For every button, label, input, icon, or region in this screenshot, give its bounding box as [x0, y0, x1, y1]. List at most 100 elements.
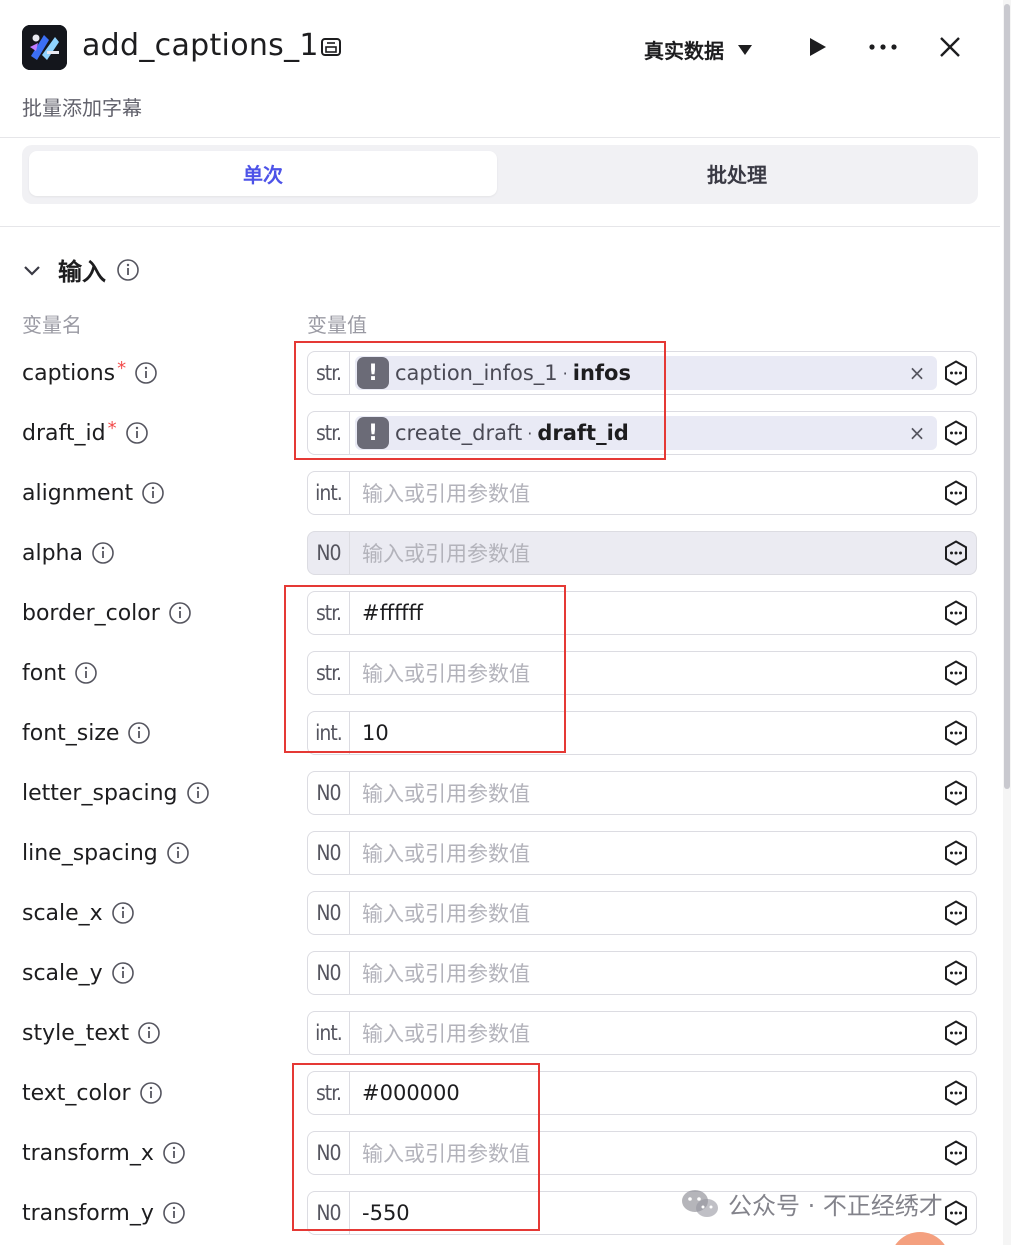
param-name-line-spacing: line_spacing [22, 831, 190, 875]
info-icon[interactable] [186, 781, 210, 805]
variable-reference-icon[interactable] [943, 480, 969, 506]
variable-reference-icon[interactable] [943, 720, 969, 746]
param-label: alpha [22, 540, 83, 566]
info-icon[interactable] [74, 661, 98, 685]
param-name-style-text: style_text [22, 1011, 161, 1055]
param-label: scale_y [22, 960, 103, 986]
type-tag: N0 [308, 532, 350, 574]
wechat-icon [682, 1189, 718, 1217]
column-header-name: 变量名 [22, 313, 82, 337]
info-icon[interactable] [134, 361, 158, 385]
info-icon[interactable] [141, 481, 165, 505]
value-input-placeholder[interactable]: 输入或引用参数值 [362, 1012, 530, 1054]
annotation-box [294, 341, 666, 460]
column-header-value: 变量值 [307, 313, 367, 337]
variable-reference-icon[interactable] [943, 1140, 969, 1166]
type-tag: int. [308, 1012, 350, 1054]
type-tag: N0 [308, 772, 350, 814]
run-button[interactable] [800, 30, 834, 64]
variable-reference-icon[interactable] [943, 660, 969, 686]
variable-reference-icon[interactable] [943, 600, 969, 626]
divider [0, 226, 1000, 227]
variable-reference-icon[interactable] [943, 360, 969, 386]
clear-reference-icon[interactable]: × [905, 361, 929, 385]
info-icon[interactable] [127, 721, 151, 745]
info-icon[interactable] [111, 901, 135, 925]
param-label: font [22, 660, 66, 686]
variable-reference-icon[interactable] [943, 1020, 969, 1046]
info-icon[interactable] [91, 541, 115, 565]
param-label: draft_id [22, 420, 106, 446]
param-name-border-color: border_color [22, 591, 192, 635]
value-input-placeholder[interactable]: 输入或引用参数值 [362, 532, 530, 574]
more-icon [869, 44, 897, 50]
plugin-icon [22, 25, 67, 70]
variable-reference-icon[interactable] [943, 780, 969, 806]
param-name-captions: captions * [22, 351, 158, 395]
value-input-placeholder[interactable]: 输入或引用参数值 [362, 892, 530, 934]
param-value-alpha[interactable]: N0 输入或引用参数值 [307, 531, 977, 575]
info-icon[interactable] [111, 961, 135, 985]
variable-reference-icon[interactable] [943, 1200, 969, 1226]
required-marker: * [117, 357, 127, 379]
variable-reference-icon[interactable] [943, 540, 969, 566]
close-button[interactable] [933, 30, 967, 64]
save-template-icon[interactable] [320, 36, 342, 58]
info-icon[interactable] [166, 841, 190, 865]
input-section-header[interactable]: 输入 [22, 252, 140, 287]
data-mode-select[interactable]: 真实数据 [644, 35, 752, 64]
run-mode-tabs: 单次 批处理 [22, 145, 978, 204]
param-name-letter-spacing: letter_spacing [22, 771, 210, 815]
param-value-alignment[interactable]: int. 输入或引用参数值 [307, 471, 977, 515]
caret-down-icon [738, 44, 752, 55]
watermark: 公众号 · 不正经绣才 [680, 1186, 943, 1221]
param-name-text-color: text_color [22, 1071, 163, 1115]
type-tag: N0 [308, 832, 350, 874]
param-value-letter-spacing[interactable]: N0 输入或引用参数值 [307, 771, 977, 815]
param-label: text_color [22, 1080, 131, 1106]
clear-reference-icon[interactable]: × [905, 421, 929, 445]
chevron-down-icon[interactable] [22, 260, 42, 280]
variable-reference-icon[interactable] [943, 1080, 969, 1106]
watermark-text: 公众号 · 不正经绣才 [728, 1192, 943, 1220]
param-label: scale_x [22, 900, 103, 926]
value-input-placeholder[interactable]: 输入或引用参数值 [362, 952, 530, 994]
info-icon[interactable] [162, 1201, 186, 1225]
param-label: alignment [22, 480, 134, 506]
value-input-placeholder[interactable]: 输入或引用参数值 [362, 472, 530, 514]
value-input-placeholder[interactable]: 输入或引用参数值 [362, 832, 530, 874]
type-tag: N0 [308, 952, 350, 994]
variable-reference-icon[interactable] [943, 840, 969, 866]
tab-batch[interactable]: 批处理 [502, 151, 972, 196]
annotation-box [292, 1063, 540, 1231]
value-input-placeholder[interactable]: 输入或引用参数值 [362, 772, 530, 814]
play-icon [810, 38, 826, 56]
param-name-font-size: font_size [22, 711, 151, 755]
node-description: 批量添加字幕 [22, 96, 142, 120]
type-tag: N0 [308, 892, 350, 934]
info-icon[interactable] [116, 258, 140, 282]
scrollbar-thumb[interactable] [1004, 4, 1010, 789]
info-icon[interactable] [137, 1021, 161, 1045]
param-label: letter_spacing [22, 780, 178, 806]
more-button[interactable] [866, 30, 900, 64]
info-icon[interactable] [168, 601, 192, 625]
param-value-style-text[interactable]: int. 输入或引用参数值 [307, 1011, 977, 1055]
param-value-line-spacing[interactable]: N0 输入或引用参数值 [307, 831, 977, 875]
panel-header: add_captions_1 批量添加字幕 真实数据 [0, 0, 1000, 138]
variable-reference-icon[interactable] [943, 960, 969, 986]
input-section-title: 输入 [58, 258, 106, 286]
info-icon[interactable] [139, 1081, 163, 1105]
type-tag: int. [308, 472, 350, 514]
param-name-scale-y: scale_y [22, 951, 135, 995]
param-value-scale-y[interactable]: N0 输入或引用参数值 [307, 951, 977, 995]
info-icon[interactable] [162, 1141, 186, 1165]
variable-reference-icon[interactable] [943, 900, 969, 926]
param-name-transform-x: transform_x [22, 1131, 186, 1175]
info-icon[interactable] [125, 421, 149, 445]
param-name-transform-y: transform_y [22, 1191, 186, 1235]
variable-reference-icon[interactable] [943, 420, 969, 446]
tab-single[interactable]: 单次 [29, 151, 497, 196]
param-value-scale-x[interactable]: N0 输入或引用参数值 [307, 891, 977, 935]
close-icon [940, 37, 960, 57]
